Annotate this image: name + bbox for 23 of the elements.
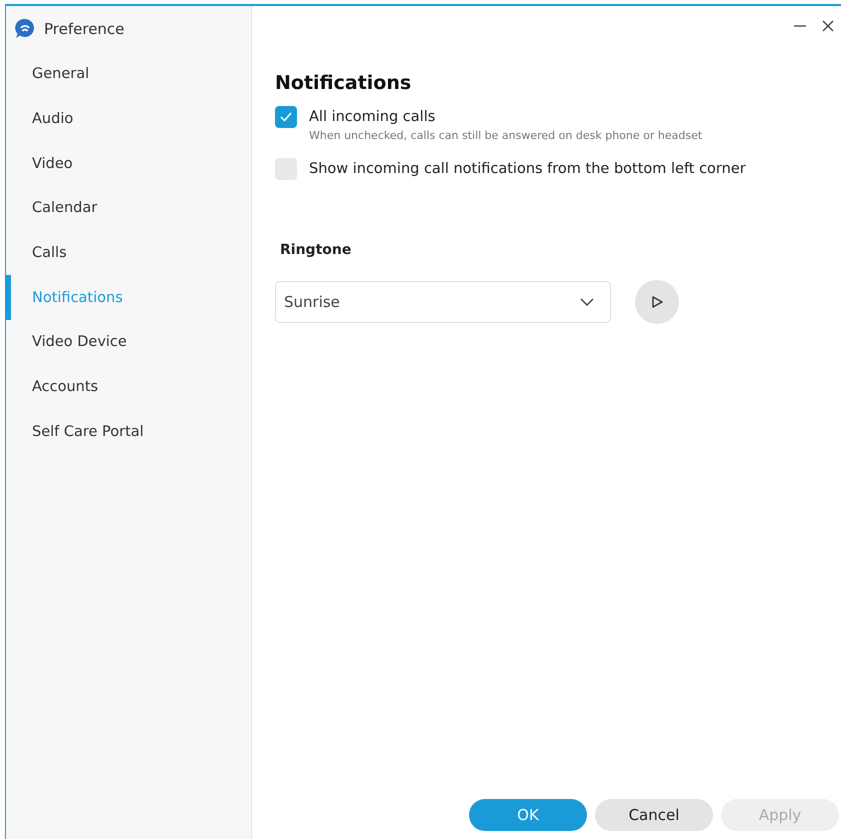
play-button[interactable] — [635, 280, 679, 324]
chat-bubble-logo-icon — [14, 18, 36, 40]
sidebar-item[interactable]: Self Care Portal — [5, 410, 251, 454]
sidebar-item[interactable]: Accounts — [5, 364, 251, 410]
close-icon[interactable] — [821, 19, 835, 33]
play-icon — [650, 295, 664, 309]
sidebar-item[interactable]: Calendar — [5, 186, 251, 231]
hint-text: When unchecked, calls can still be answered on desk phone or headset — [309, 129, 702, 142]
window-title: Preference — [44, 20, 124, 38]
checkbox-label: All incoming calls — [309, 108, 436, 127]
checkbox[interactable] — [275, 106, 297, 128]
chevron-down-icon — [580, 298, 594, 306]
sidebar-item[interactable]: Video Device — [5, 320, 251, 365]
dialog-button[interactable]: Cancel — [595, 799, 713, 831]
ringtone-dropdown[interactable]: Sunrise — [275, 281, 611, 323]
sidebar-item[interactable]: General — [5, 52, 251, 97]
sidebar-item[interactable]: Calls — [5, 230, 251, 276]
sidebar-item[interactable]: Video — [5, 141, 251, 186]
ringtone-label: Ringtone — [280, 242, 352, 258]
checkbox-label: Show incoming call notifications from the bottom left corner — [309, 160, 746, 179]
section-heading: Notifications — [275, 72, 412, 94]
sidebar-item[interactable]: Audio — [5, 96, 251, 142]
check-icon — [280, 112, 292, 122]
